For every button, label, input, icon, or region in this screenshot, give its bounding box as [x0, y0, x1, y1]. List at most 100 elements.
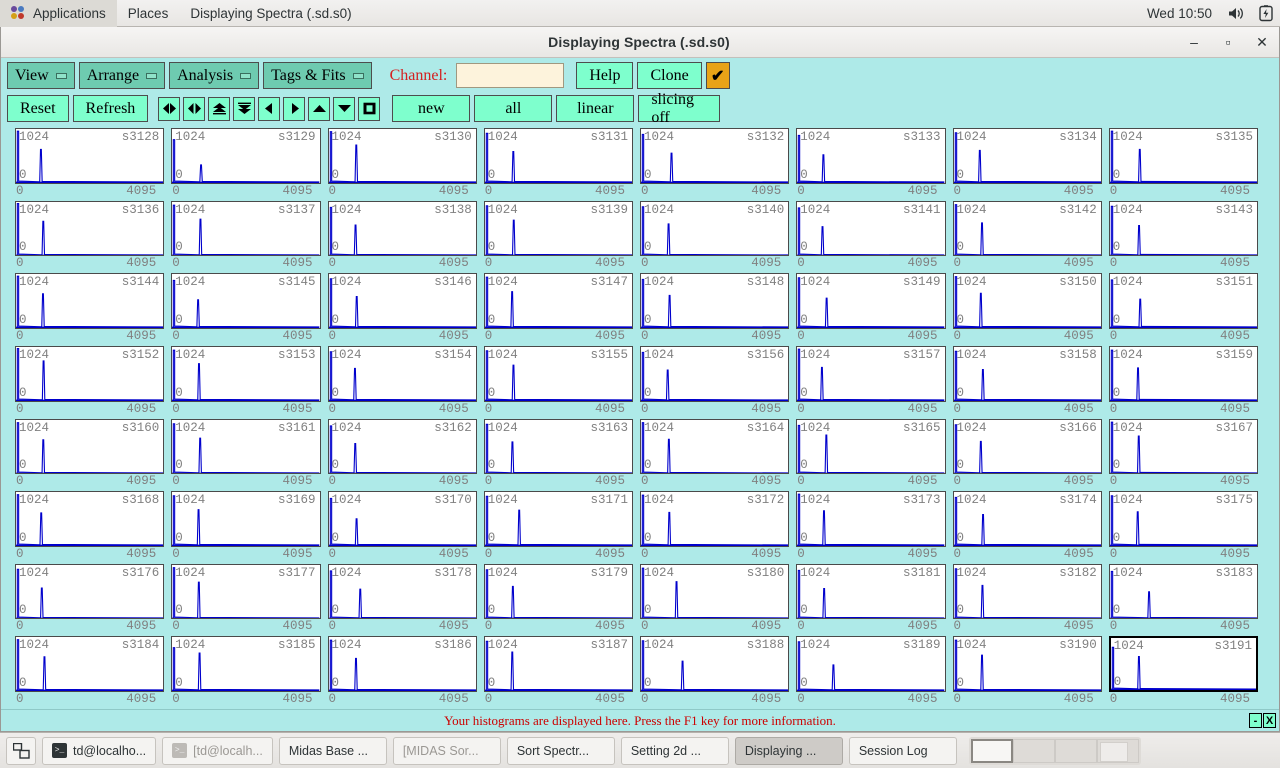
spectrum-plot-s3133[interactable]: 1024 s3133 0: [796, 128, 946, 184]
menu-tags-and-fits[interactable]: Tags & Fits: [263, 62, 372, 89]
taskbar-item[interactable]: Session Log: [848, 736, 957, 765]
spectrum-plot-s3165[interactable]: 1024 s3165 0: [796, 418, 946, 475]
spectrum-cell[interactable]: 1024 s3175 0 0 4095: [1108, 491, 1265, 564]
taskbar-item[interactable]: >_ td@localho...: [42, 736, 157, 765]
show-desktop-icon[interactable]: [6, 736, 36, 765]
spectrum-plot-s3155[interactable]: 1024 s3155 0: [483, 345, 633, 402]
spectrum-cell[interactable]: 1024 s3185 0 0 4095: [171, 636, 327, 709]
spectrum-plot-s3159[interactable]: 1024 s3159 0: [1108, 345, 1258, 402]
spectrum-cell[interactable]: 1024 s3174 0 0 4095: [952, 491, 1109, 564]
spectrum-cell[interactable]: 1024 s3180 0 0 4095: [640, 563, 796, 637]
spectrum-plot-s3157[interactable]: 1024 s3157 0: [796, 345, 946, 402]
taskbar-item[interactable]: Displaying ...: [734, 736, 843, 765]
spectrum-plot-s3186[interactable]: 1024 s3186 0: [327, 636, 477, 692]
workspace-button[interactable]: [1012, 738, 1055, 763]
down-icon[interactable]: [333, 96, 356, 121]
spectrum-cell[interactable]: 1024 s3149 0 0 4095: [796, 273, 952, 346]
spectrum-plot-s3184[interactable]: 1024 s3184 0: [15, 636, 165, 692]
spectrum-plot-s3134[interactable]: 1024 s3134 0: [952, 128, 1102, 184]
spectrum-plot-s3161[interactable]: 1024 s3161 0: [171, 418, 321, 475]
spectrum-plot-s3170[interactable]: 1024 s3170 0: [327, 491, 477, 547]
spectrum-cell[interactable]: 1024 s3131 0 0 4095: [483, 128, 640, 201]
spectrum-cell[interactable]: 1024 s3176 0 0 4095: [15, 563, 171, 637]
spectrum-cell[interactable]: 1024 s3163 0 0 4095: [483, 418, 640, 492]
spectrum-cell[interactable]: 1024 s3179 0 0 4095: [483, 563, 640, 637]
spectrum-cell[interactable]: 1024 s3170 0 0 4095: [327, 491, 484, 564]
spectrum-plot-s3148[interactable]: 1024 s3148 0: [640, 273, 790, 329]
spectrum-cell[interactable]: 1024 s3184 0 0 4095: [15, 636, 171, 709]
spectrum-cell[interactable]: 1024 s3130 0 0 4095: [327, 128, 484, 201]
spectrum-cell[interactable]: 1024 s3155 0 0 4095: [483, 345, 640, 419]
spectrum-cell[interactable]: 1024 s3139 0 0 4095: [483, 200, 640, 274]
page-down-icon[interactable]: [233, 96, 256, 121]
spectrum-plot-s3140[interactable]: 1024 s3140 0: [640, 200, 790, 257]
spectrum-cell[interactable]: 1024 s3160 0 0 4095: [15, 418, 171, 492]
menu-analysis[interactable]: Analysis: [169, 62, 260, 89]
spectrum-cell[interactable]: 1024 s3156 0 0 4095: [640, 345, 796, 419]
spectrum-plot-s3166[interactable]: 1024 s3166 0: [952, 418, 1102, 475]
expand-horizontal-icon[interactable]: [183, 96, 206, 121]
spectrum-plot-s3153[interactable]: 1024 s3153 0: [171, 345, 321, 402]
spectrum-cell[interactable]: 1024 s3145 0 0 4095: [171, 273, 327, 346]
spectrum-cell[interactable]: 1024 s3144 0 0 4095: [15, 273, 171, 346]
spectrum-plot-s3142[interactable]: 1024 s3142 0: [952, 200, 1102, 257]
spectrum-plot-s3174[interactable]: 1024 s3174 0: [952, 491, 1102, 547]
spectrum-cell[interactable]: 1024 s3137 0 0 4095: [171, 200, 327, 274]
channel-input[interactable]: [456, 63, 565, 88]
spectrum-cell[interactable]: 1024 s3178 0 0 4095: [327, 563, 484, 637]
checkmark-toggle[interactable]: ✔: [705, 62, 730, 89]
spectrum-plot-s3158[interactable]: 1024 s3158 0: [952, 345, 1102, 402]
workspace-button[interactable]: [1054, 738, 1097, 763]
clone-button[interactable]: Clone: [637, 62, 702, 89]
spectrum-cell[interactable]: 1024 s3188 0 0 4095: [640, 636, 796, 709]
spectrum-plot-s3150[interactable]: 1024 s3150 0: [952, 273, 1102, 329]
spectrum-plot-s3130[interactable]: 1024 s3130 0: [327, 128, 477, 184]
spectrum-cell[interactable]: 1024 s3132 0 0 4095: [640, 128, 796, 201]
stop-icon[interactable]: [358, 96, 381, 121]
spectrum-cell[interactable]: 1024 s3182 0 0 4095: [952, 563, 1109, 637]
places-menu[interactable]: Places: [117, 0, 180, 27]
spectrum-cell[interactable]: 1024 s3150 0 0 4095: [952, 273, 1109, 346]
spectrum-plot-s3178[interactable]: 1024 s3178 0: [327, 563, 477, 620]
spectrum-plot-s3149[interactable]: 1024 s3149 0: [796, 273, 946, 329]
battery-icon[interactable]: [1252, 4, 1280, 22]
spectrum-plot-s3189[interactable]: 1024 s3189 0: [796, 636, 946, 692]
spectrum-cell[interactable]: 1024 s3143 0 0 4095: [1108, 200, 1265, 274]
spectrum-cell[interactable]: 1024 s3146 0 0 4095: [327, 273, 484, 346]
spectrum-cell[interactable]: 1024 s3140 0 0 4095: [640, 200, 796, 274]
reset-button[interactable]: Reset: [7, 95, 69, 122]
spectrum-cell[interactable]: 1024 s3133 0 0 4095: [796, 128, 952, 201]
spectrum-plot-s3188[interactable]: 1024 s3188 0: [640, 636, 790, 692]
status-minimize-button[interactable]: -: [1249, 713, 1262, 728]
spectrum-cell[interactable]: 1024 s3172 0 0 4095: [640, 491, 796, 564]
spectrum-plot-s3162[interactable]: 1024 s3162 0: [327, 418, 477, 475]
spectrum-plot-s3168[interactable]: 1024 s3168 0: [15, 491, 165, 547]
spectrum-cell[interactable]: 1024 s3177 0 0 4095: [171, 563, 327, 637]
spectrum-plot-s3180[interactable]: 1024 s3180 0: [640, 563, 790, 620]
page-up-icon[interactable]: [208, 96, 231, 121]
spectrum-cell[interactable]: 1024 s3147 0 0 4095: [483, 273, 640, 346]
spectrum-plot-s3156[interactable]: 1024 s3156 0: [640, 345, 790, 402]
spectrum-cell[interactable]: 1024 s3159 0 0 4095: [1108, 345, 1265, 419]
spectrum-cell[interactable]: 1024 s3189 0 0 4095: [796, 636, 952, 709]
volume-icon[interactable]: [1221, 6, 1252, 21]
spectrum-plot-s3172[interactable]: 1024 s3172 0: [640, 491, 790, 547]
maximize-button[interactable]: ▫: [1211, 27, 1245, 57]
spectrum-plot-s3164[interactable]: 1024 s3164 0: [640, 418, 790, 475]
spectrum-plot-s3187[interactable]: 1024 s3187 0: [483, 636, 633, 692]
menu-view[interactable]: View: [7, 62, 75, 89]
spectrum-plot-s3181[interactable]: 1024 s3181 0: [796, 563, 946, 620]
spectrum-cell[interactable]: 1024 s3171 0 0 4095: [483, 491, 640, 564]
spectrum-cell[interactable]: 1024 s3141 0 0 4095: [796, 200, 952, 274]
spectrum-plot-s3135[interactable]: 1024 s3135 0: [1108, 128, 1258, 184]
spectrum-cell[interactable]: 1024 s3191 0 0 4095: [1108, 636, 1265, 709]
spectrum-plot-s3177[interactable]: 1024 s3177 0: [171, 563, 321, 620]
spectrum-plot-s3152[interactable]: 1024 s3152 0: [15, 345, 165, 402]
spectrum-cell[interactable]: 1024 s3154 0 0 4095: [327, 345, 484, 419]
spectrum-cell[interactable]: 1024 s3158 0 0 4095: [952, 345, 1109, 419]
taskbar-item[interactable]: Setting 2d ...: [620, 736, 729, 765]
spectrum-plot-s3171[interactable]: 1024 s3171 0: [483, 491, 633, 547]
left-icon[interactable]: [258, 96, 281, 121]
spectrum-plot-s3151[interactable]: 1024 s3151 0: [1108, 273, 1258, 329]
spectrum-plot-s3141[interactable]: 1024 s3141 0: [796, 200, 946, 257]
